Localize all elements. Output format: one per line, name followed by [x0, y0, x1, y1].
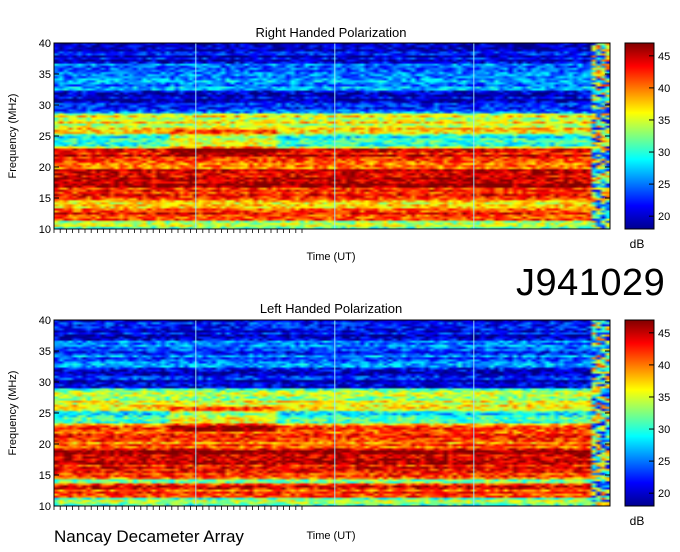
- colorbar-tick-label: 30: [658, 147, 670, 159]
- right-polarization-panel: Right Handed Polarization 10 15 20 25 30 35 40…: [7, 25, 670, 263]
- y-tick-label: 40: [39, 38, 51, 50]
- colorbar-tick-label: 25: [658, 456, 670, 468]
- x-axis-ticks: [53, 229, 303, 233]
- colorbar-tick-label: 35: [658, 115, 670, 127]
- instrument-name: Nancay Decameter Array: [54, 527, 244, 546]
- spectrogram-plot: [54, 43, 610, 229]
- y-axis-label: Frequency (MHz): [7, 94, 19, 179]
- colorbar-tick-label: 45: [658, 51, 670, 63]
- y-tick-label: 20: [39, 439, 51, 451]
- colorbar: [624, 319, 655, 507]
- colorbar-label: dB: [630, 237, 645, 251]
- y-tick-label: 10: [39, 501, 51, 513]
- observation-id: J941029: [516, 262, 666, 304]
- colorbar-tick-label: 40: [658, 360, 670, 372]
- x-axis-ticks: [53, 506, 303, 510]
- left-polarization-panel: Left Handed Polarization 10152025303540 …: [7, 301, 670, 542]
- colorbar-tick-label: 35: [658, 392, 670, 404]
- colorbar-tick-label: 40: [658, 83, 670, 95]
- spectrogram-raster: [54, 43, 610, 229]
- panel-title: Left Handed Polarization: [260, 301, 402, 316]
- colorbar-tick-label: 30: [658, 424, 670, 436]
- y-tick-label: 25: [39, 131, 51, 143]
- y-tick-label: 15: [39, 470, 51, 482]
- spectrogram-raster: [54, 320, 610, 506]
- colorbar-label: dB: [630, 514, 645, 528]
- colorbar-tick-label: 25: [658, 179, 670, 191]
- y-tick-label: 10: [39, 224, 51, 236]
- x-axis-label: Time (UT): [306, 251, 355, 263]
- colorbar: [624, 42, 655, 230]
- colorbar-tick-label: 20: [658, 488, 670, 500]
- x-axis-label: Time (UT): [306, 530, 355, 542]
- y-tick-label: 15: [39, 193, 51, 205]
- y-tick-label: 35: [39, 69, 51, 81]
- y-tick-label: 30: [39, 377, 51, 389]
- y-tick-label: 35: [39, 346, 51, 358]
- y-tick-label: 30: [39, 100, 51, 112]
- y-tick-label: 40: [39, 315, 51, 327]
- spectrogram-plot: [54, 320, 610, 506]
- y-tick-label: 25: [39, 408, 51, 420]
- colorbar-tick-label: 45: [658, 328, 670, 340]
- y-axis-label: Frequency (MHz): [7, 371, 19, 456]
- y-tick-label: 20: [39, 162, 51, 174]
- panel-title: Right Handed Polarization: [255, 25, 406, 40]
- colorbar-tick-label: 20: [658, 211, 670, 223]
